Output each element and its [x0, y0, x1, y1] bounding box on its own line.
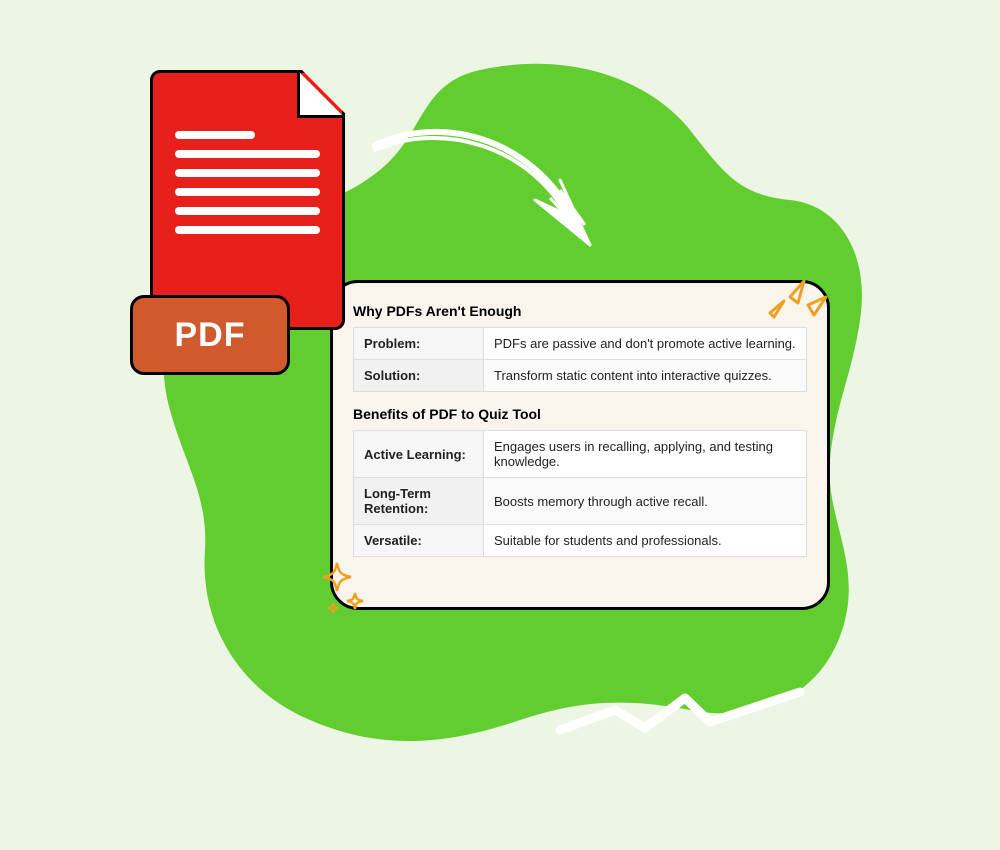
- row-value: Transform static content into interactiv…: [484, 360, 807, 392]
- row-value: Boosts memory through active recall.: [484, 478, 807, 525]
- pdf-page-body: [150, 70, 345, 330]
- pdf-badge: PDF: [130, 295, 290, 375]
- section2-title: Benefits of PDF to Quiz Tool: [353, 406, 807, 422]
- table-row: Problem: PDFs are passive and don't prom…: [354, 328, 807, 360]
- row-label: Solution:: [354, 360, 484, 392]
- pdf-file-icon: PDF: [130, 70, 345, 410]
- section2-table: Active Learning: Engages users in recall…: [353, 430, 807, 557]
- table-row: Versatile: Suitable for students and pro…: [354, 525, 807, 557]
- pdf-text-lines: [175, 131, 320, 245]
- row-label: Versatile:: [354, 525, 484, 557]
- burst-accent-icon: [760, 275, 830, 335]
- row-value: Engages users in recalling, applying, an…: [484, 431, 807, 478]
- info-card: Why PDFs Aren't Enough Problem: PDFs are…: [330, 280, 830, 610]
- table-row: Long-Term Retention: Boosts memory throu…: [354, 478, 807, 525]
- row-value: PDFs are passive and don't promote activ…: [484, 328, 807, 360]
- section1-table: Problem: PDFs are passive and don't prom…: [353, 327, 807, 392]
- section1-title: Why PDFs Aren't Enough: [353, 303, 807, 319]
- curved-arrow-icon: [360, 120, 620, 300]
- squiggle-line-icon: [550, 680, 810, 760]
- table-row: Solution: Transform static content into …: [354, 360, 807, 392]
- row-label: Problem:: [354, 328, 484, 360]
- row-label: Active Learning:: [354, 431, 484, 478]
- row-value: Suitable for students and professionals.: [484, 525, 807, 557]
- table-row: Active Learning: Engages users in recall…: [354, 431, 807, 478]
- row-label: Long-Term Retention:: [354, 478, 484, 525]
- sparkle-accent-icon: [315, 555, 375, 625]
